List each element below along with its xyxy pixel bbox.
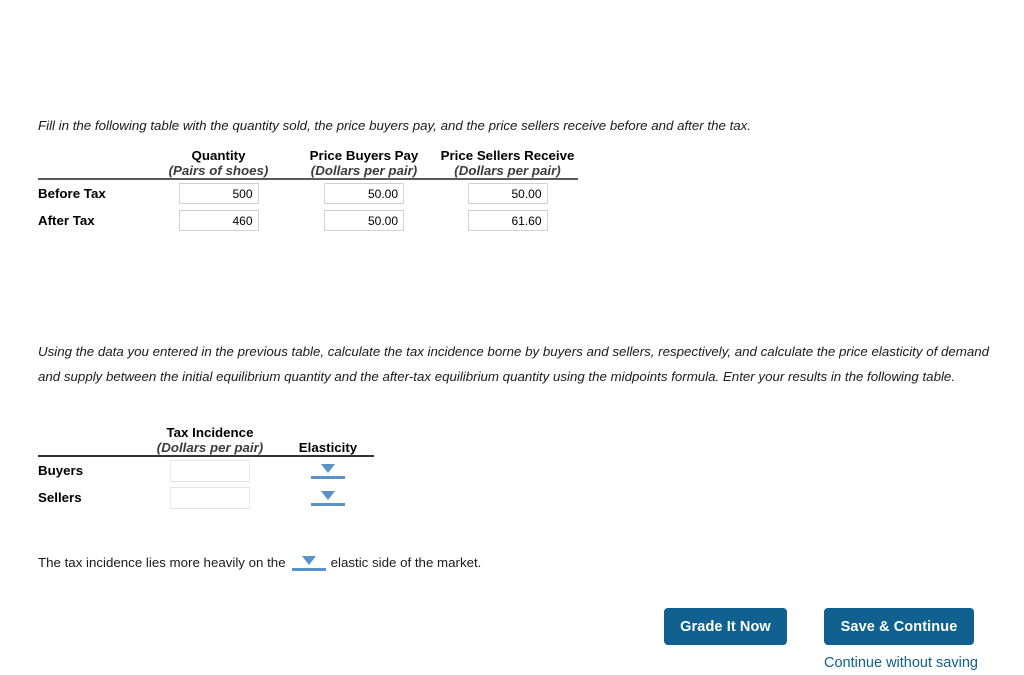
fill-table-instruction: Fill in the following table with the qua… — [38, 118, 752, 133]
table-header-units-row: (Pairs of shoes) (Dollars per pair) (Dol… — [38, 163, 578, 178]
cell-before-tax-quantity — [146, 179, 291, 207]
table-header-titles-row: Quantity Price Buyers Pay Price Sellers … — [38, 148, 578, 163]
cell-sellers-tax-incidence — [138, 484, 282, 511]
input-sellers-tax-incidence[interactable] — [170, 486, 250, 509]
table-row: After Tax — [38, 207, 578, 234]
closing-sentence: The tax incidence lies more heavily on t… — [38, 553, 481, 573]
row-label-sellers: Sellers — [38, 490, 82, 505]
corner-cell — [38, 148, 146, 163]
table-row: Sellers — [38, 484, 374, 511]
cell-after-tax-quantity — [146, 207, 291, 234]
closing-sentence-after-text: elastic side of the market. — [330, 555, 482, 570]
input-after-tax-price-sellers-receive[interactable] — [467, 210, 548, 231]
cell-after-tax-price-buyers-pay — [291, 207, 437, 234]
calculate-instruction: Using the data you entered in the previo… — [38, 344, 990, 384]
column-header-elasticity-spacer — [282, 425, 374, 440]
exercise-page: Fill in the following table with the qua… — [0, 0, 1024, 675]
save-and-continue-button[interactable]: Save & Continue — [824, 608, 974, 645]
cell-before-tax-price-sellers-receive — [437, 179, 578, 207]
column-header-price-sellers-receive: Price Sellers Receive — [440, 148, 575, 163]
input-after-tax-quantity[interactable] — [178, 210, 259, 231]
table-row: Before Tax — [38, 179, 578, 207]
input-before-tax-price-sellers-receive[interactable] — [467, 183, 548, 204]
table-row: Buyers — [38, 456, 374, 484]
input-buyers-tax-incidence[interactable] — [170, 459, 250, 482]
cell-after-tax-price-sellers-receive — [437, 207, 578, 234]
column-unit-price-buyers-pay: (Dollars per pair) — [310, 163, 418, 178]
column-unit-tax-incidence: (Dollars per pair) — [156, 440, 264, 455]
tax-incidence-elasticity-table: Tax Incidence (Dollars per pair) Elastic… — [38, 425, 374, 511]
corner-cell-units — [38, 163, 146, 178]
grade-it-now-button[interactable]: Grade It Now — [664, 608, 787, 645]
input-before-tax-price-buyers-pay[interactable] — [324, 183, 404, 204]
column-header-elasticity: Elasticity — [298, 440, 358, 455]
continue-without-saving-link[interactable]: Continue without saving — [824, 655, 978, 671]
dropdown-elastic-side[interactable] — [291, 553, 326, 572]
table-header-titles-row: Tax Incidence — [38, 425, 374, 440]
chevron-down-icon — [321, 491, 335, 501]
cell-buyers-elasticity — [282, 456, 374, 484]
dropdown-sellers-elasticity[interactable] — [311, 488, 345, 507]
column-header-price-buyers-pay: Price Buyers Pay — [309, 148, 419, 163]
table-header-units-row: (Dollars per pair) Elasticity — [38, 440, 374, 455]
row-label-after-tax: After Tax — [38, 213, 95, 228]
dropdown-buyers-elasticity[interactable] — [311, 461, 345, 480]
closing-sentence-before-text: The tax incidence lies more heavily on t… — [38, 555, 286, 570]
corner-cell-units — [38, 440, 138, 455]
input-before-tax-quantity[interactable] — [178, 183, 259, 204]
row-label-buyers: Buyers — [38, 463, 84, 478]
cell-before-tax-price-buyers-pay — [291, 179, 437, 207]
chevron-down-icon — [301, 556, 316, 566]
row-label-before-tax: Before Tax — [38, 186, 106, 201]
column-unit-quantity: (Pairs of shoes) — [168, 163, 269, 178]
cell-buyers-tax-incidence — [138, 456, 282, 484]
cell-sellers-elasticity — [282, 484, 374, 511]
column-header-quantity: Quantity — [191, 148, 246, 163]
chevron-down-icon — [321, 464, 335, 474]
input-after-tax-price-buyers-pay[interactable] — [324, 210, 404, 231]
corner-cell — [38, 425, 138, 440]
column-unit-price-sellers-receive: (Dollars per pair) — [454, 163, 561, 178]
before-after-tax-table: Quantity Price Buyers Pay Price Sellers … — [38, 148, 578, 234]
column-header-tax-incidence: Tax Incidence — [166, 425, 254, 440]
